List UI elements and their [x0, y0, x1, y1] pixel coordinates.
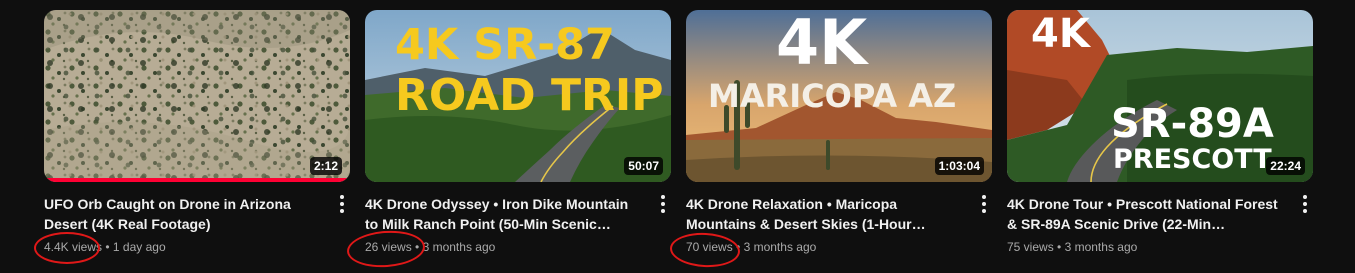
upload-age: 3 months ago — [743, 240, 817, 254]
view-count: 26 views — [365, 240, 412, 254]
video-card[interactable]: 4K SR-89A PRESCOTT 22:24 4K Drone Tour •… — [1007, 10, 1313, 256]
video-thumbnail[interactable]: 4K SR-87 ROAD TRIP 50:07 — [365, 10, 671, 182]
thumbnail-overlay-subtitle: MARICOPA AZ — [708, 77, 957, 115]
thumbnail-overlay-route: SR-89A — [1111, 101, 1274, 147]
more-vert-icon[interactable] — [1293, 192, 1317, 216]
thumbnail-overlay-subtitle: ROAD TRIP — [395, 70, 664, 121]
upload-age: 3 months ago — [422, 240, 496, 254]
video-duration: 22:24 — [1266, 157, 1305, 175]
video-grid: 2:12 UFO Orb Caught on Drone in Arizona … — [0, 0, 1355, 273]
upload-age: 3 months ago — [1064, 240, 1138, 254]
view-count: 75 views — [1007, 240, 1054, 254]
thumbnail-overlay-title: 4K — [1031, 11, 1090, 57]
video-meta: UFO Orb Caught on Drone in Arizona Deser… — [44, 182, 350, 256]
video-card[interactable]: 4K SR-87 ROAD TRIP 50:07 4K Drone Odysse… — [365, 10, 671, 256]
video-meta: 4K Drone Odyssey • Iron Dike Mountain to… — [365, 182, 671, 256]
video-stats: 26 views • 3 months ago — [365, 238, 671, 256]
more-vert-icon[interactable] — [972, 192, 996, 216]
thumbnail-overlay-title: 4K — [776, 10, 868, 79]
thumbnail-overlay-title: 4K SR-87 — [395, 20, 615, 70]
meta-separator: • — [415, 240, 420, 254]
video-duration: 2:12 — [309, 157, 342, 175]
thumbnail-overlay-subtitle: PRESCOTT — [1113, 144, 1272, 175]
video-meta: 4K Drone Relaxation • Maricopa Mountains… — [686, 182, 992, 256]
video-thumbnail[interactable]: 4K SR-89A PRESCOTT 22:24 — [1007, 10, 1313, 182]
video-card[interactable]: 2:12 UFO Orb Caught on Drone in Arizona … — [44, 10, 350, 256]
video-thumbnail[interactable]: 2:12 — [44, 10, 350, 182]
video-duration: 50:07 — [624, 157, 663, 175]
video-card[interactable]: 4K MARICOPA AZ 1:03:04 4K Drone Relaxati… — [686, 10, 992, 256]
video-title[interactable]: 4K Drone Relaxation • Maricopa Mountains… — [686, 194, 958, 234]
video-stats: 75 views • 3 months ago — [1007, 238, 1313, 256]
video-stats: 4.4K views • 1 day ago — [44, 238, 350, 256]
upload-age: 1 day ago — [112, 240, 166, 254]
more-vert-icon[interactable] — [330, 192, 354, 216]
video-thumbnail[interactable]: 4K MARICOPA AZ 1:03:04 — [686, 10, 992, 182]
more-vert-icon[interactable] — [651, 192, 675, 216]
video-title[interactable]: UFO Orb Caught on Drone in Arizona Deser… — [44, 194, 316, 234]
meta-separator: • — [736, 240, 741, 254]
view-count: 4.4K views — [44, 240, 103, 254]
video-title[interactable]: 4K Drone Tour • Prescott National Forest… — [1007, 194, 1279, 234]
meta-separator: • — [1057, 240, 1062, 254]
view-count: 70 views — [686, 240, 733, 254]
video-duration: 1:03:04 — [934, 157, 984, 175]
video-meta: 4K Drone Tour • Prescott National Forest… — [1007, 182, 1313, 256]
video-title[interactable]: 4K Drone Odyssey • Iron Dike Mountain to… — [365, 194, 637, 234]
meta-separator: • — [105, 240, 110, 254]
desert-hillside-thumbnail-image — [44, 10, 350, 182]
video-stats: 70 views • 3 months ago — [686, 238, 992, 256]
